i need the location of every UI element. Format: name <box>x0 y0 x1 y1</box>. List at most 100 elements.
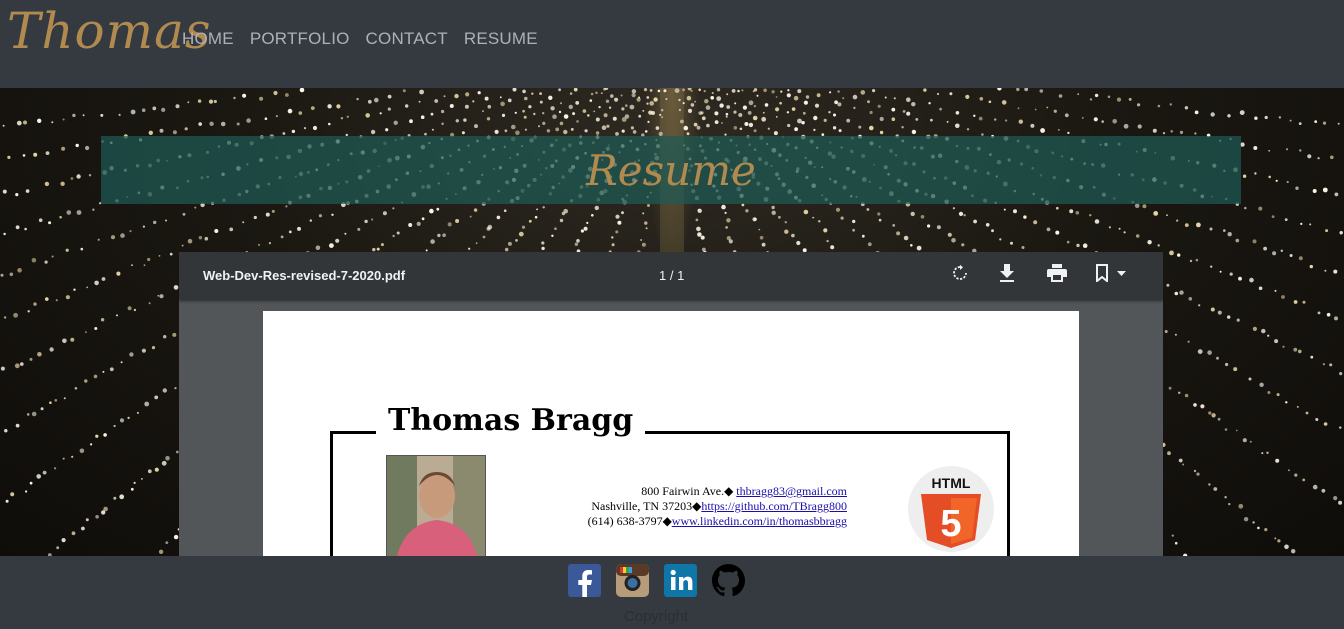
light-dot <box>1271 215 1275 218</box>
light-dot <box>511 124 516 130</box>
nav-link-portfolio[interactable]: PORTFOLIO <box>250 29 350 49</box>
light-dot <box>617 220 622 225</box>
light-dot <box>1310 355 1314 359</box>
light-dot <box>285 205 288 208</box>
light-dot <box>49 401 52 405</box>
light-dot <box>643 88 648 92</box>
light-dot <box>486 117 491 121</box>
footer: Copyright <box>0 556 1344 629</box>
light-dot <box>17 268 22 273</box>
nav-link-home[interactable]: HOME <box>182 29 234 49</box>
light-dot <box>705 105 711 110</box>
light-dot <box>208 99 214 104</box>
light-dot <box>721 122 723 124</box>
light-dot <box>826 239 829 243</box>
light-dot <box>449 104 454 108</box>
light-dot <box>159 294 164 299</box>
light-dot <box>601 125 607 130</box>
light-dot <box>1030 123 1035 128</box>
resume-contact-info: 800 Fairwin Ave.◆ thbragg83@gmail.com Na… <box>513 484 847 529</box>
light-dot <box>725 226 728 229</box>
light-dot <box>1213 487 1218 491</box>
light-dot <box>1298 122 1302 125</box>
light-dot <box>346 115 349 118</box>
linkedin-icon[interactable] <box>664 564 697 597</box>
light-dot <box>775 107 780 112</box>
light-dot <box>852 219 856 224</box>
light-dot <box>612 116 617 121</box>
light-dot <box>118 113 121 116</box>
light-dot <box>370 129 376 135</box>
light-dot <box>61 146 66 151</box>
light-dot <box>119 418 125 423</box>
light-dot <box>1137 103 1141 107</box>
instagram-icon[interactable] <box>616 564 649 597</box>
light-dot <box>818 220 821 223</box>
github-icon[interactable] <box>712 564 745 597</box>
light-dot <box>584 129 588 133</box>
brand-logo[interactable]: Thomas <box>7 2 212 60</box>
light-dot <box>686 95 692 101</box>
light-dot <box>20 362 24 366</box>
light-dot <box>271 209 275 213</box>
light-dot <box>1210 307 1215 312</box>
pdf-file-name: Web-Dev-Res-revised-7-2020.pdf <box>203 268 406 283</box>
light-dot <box>787 123 791 128</box>
light-dot <box>1253 146 1258 150</box>
light-dot <box>367 99 372 104</box>
light-dot <box>546 129 551 133</box>
light-dot <box>761 116 767 122</box>
light-dot <box>1046 106 1049 109</box>
light-dot <box>287 108 293 114</box>
light-dot <box>1322 363 1325 366</box>
nav-link-contact[interactable]: CONTACT <box>366 29 448 49</box>
light-dot <box>711 92 714 94</box>
download-icon[interactable] <box>999 264 1023 288</box>
light-dot <box>416 221 421 226</box>
facebook-icon[interactable] <box>568 564 601 597</box>
light-dot <box>615 214 620 219</box>
pdf-viewer[interactable]: Web-Dev-Res-revised-7-2020.pdf 1 / 1 Tho… <box>179 252 1163 556</box>
nav-link-resume[interactable]: RESUME <box>464 29 538 49</box>
light-dot <box>906 97 911 102</box>
linkedin-link[interactable]: www.linkedin.com/in/thomasbbragg <box>672 514 847 528</box>
light-dot <box>175 104 180 109</box>
social-links <box>568 564 745 597</box>
light-dot <box>877 104 881 108</box>
light-dot <box>1194 132 1197 135</box>
bookmark-icon[interactable] <box>1095 264 1135 288</box>
light-dot <box>73 288 76 291</box>
light-dot <box>2 189 7 194</box>
email-link[interactable]: thbragg83@gmail.com <box>736 484 847 498</box>
light-dot <box>1101 120 1104 123</box>
light-dot <box>778 215 781 219</box>
light-dot <box>538 125 540 128</box>
light-dot <box>678 98 681 102</box>
light-dot <box>636 97 641 102</box>
light-dot <box>1298 349 1302 354</box>
light-dot <box>625 104 628 107</box>
light-dot <box>1040 128 1045 133</box>
light-dot <box>621 211 624 215</box>
light-dot <box>1323 422 1328 426</box>
light-dot <box>147 469 152 474</box>
light-dot <box>1339 231 1343 235</box>
light-dot <box>144 401 150 407</box>
light-dot <box>1322 121 1327 125</box>
light-dot <box>745 209 749 213</box>
light-dot <box>1289 119 1292 122</box>
light-dot <box>687 108 693 113</box>
light-dot <box>910 244 913 247</box>
light-dot <box>22 154 26 157</box>
print-icon[interactable] <box>1047 264 1071 288</box>
light-dot <box>1325 229 1329 233</box>
light-dot <box>1300 222 1303 225</box>
light-dot <box>500 101 505 107</box>
light-dot <box>364 219 368 224</box>
light-dot <box>282 132 286 135</box>
rotate-icon[interactable] <box>951 264 975 288</box>
light-dot <box>1162 132 1166 135</box>
light-dot <box>129 230 132 233</box>
light-dot <box>127 306 132 311</box>
github-link[interactable]: https://github.com/TBragg800 <box>701 499 847 513</box>
